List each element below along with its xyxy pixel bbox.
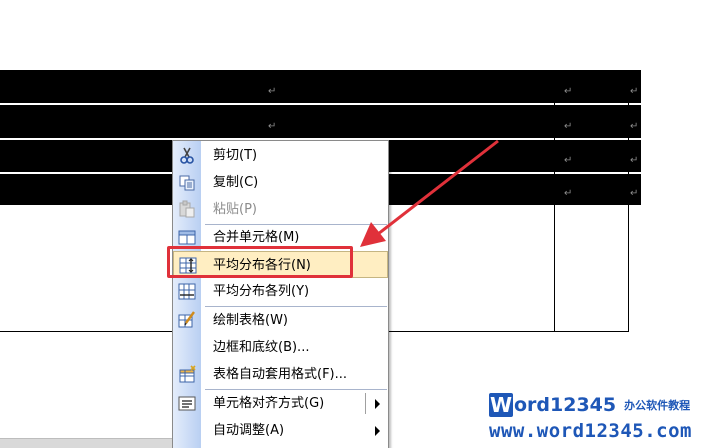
status-bar (0, 438, 172, 448)
return-mark: ↵ (630, 155, 639, 166)
align-icon (177, 394, 197, 413)
brand-url: www.word12345.com (489, 420, 692, 442)
menu-item-label: 粘贴(P) (213, 202, 257, 217)
merge-cells-icon (177, 228, 197, 247)
distribute-columns-icon (177, 282, 197, 301)
return-mark: ↵ (630, 86, 639, 97)
menu-item-borders-shading[interactable]: 边框和底纹(B)... (173, 334, 388, 361)
menu-item-draw-table[interactable]: 绘制表格(W) (173, 307, 388, 334)
table-row-selected[interactable]: ↵ ↵ ↵ (0, 70, 641, 103)
return-mark: ↵ (564, 121, 573, 132)
menu-item-cell-alignment[interactable]: 单元格对齐方式(G) (173, 390, 388, 417)
return-mark: ↵ (268, 86, 277, 97)
menu-item-autofit[interactable]: 自动调整(A) (173, 417, 388, 444)
submenu-arrow-icon (375, 399, 380, 409)
return-mark: ↵ (564, 155, 573, 166)
brand-tagline: 办公软件教程 (624, 399, 691, 412)
return-mark: ↵ (564, 86, 573, 97)
scissors-icon (177, 146, 197, 165)
context-menu: 剪切(T) 复制(C) 粘贴(P) 合并单元格(M) 平均分布各行(N) 平均分… (172, 140, 389, 448)
watermark-logo: W ord12345 办公软件教程 www.word12345.com (489, 392, 711, 448)
menu-item-label: 剪切(T) (213, 148, 258, 163)
menu-item-label: 表格自动套用格式(F)... (213, 367, 348, 382)
autoformat-icon (177, 365, 197, 384)
table-border (628, 70, 629, 332)
brand-name: ord12345 (514, 394, 617, 416)
return-mark: ↵ (268, 121, 277, 132)
highlight-box (167, 246, 353, 278)
table-border (554, 70, 555, 332)
menu-item-label: 平均分布各列(Y) (213, 284, 310, 299)
copy-icon (177, 173, 197, 192)
menu-item-label: 复制(C) (213, 175, 259, 190)
menu-item-label: 自动调整(A) (213, 423, 285, 438)
menu-item-cut[interactable]: 剪切(T) (173, 142, 388, 169)
return-mark: ↵ (564, 188, 573, 199)
paste-icon (177, 200, 197, 219)
return-mark: ↵ (630, 188, 639, 199)
menu-item-label: 边框和底纹(B)... (213, 340, 310, 355)
menu-item-table-autoformat[interactable]: 表格自动套用格式(F)... (173, 361, 388, 388)
menu-item-distribute-columns[interactable]: 平均分布各列(Y) (173, 278, 388, 305)
menu-item-copy[interactable]: 复制(C) (173, 169, 388, 196)
submenu-arrow-icon (375, 426, 380, 436)
brand-w: W (489, 393, 513, 417)
return-mark: ↵ (630, 121, 639, 132)
menu-item-paste[interactable]: 粘贴(P) (173, 196, 388, 223)
draw-table-icon (177, 311, 197, 330)
menu-item-label: 单元格对齐方式(G) (213, 396, 325, 411)
table-row-selected[interactable]: ↵ ↵ ↵ (0, 105, 641, 138)
submenu-divider (365, 393, 366, 414)
menu-item-label: 绘制表格(W) (213, 313, 288, 328)
